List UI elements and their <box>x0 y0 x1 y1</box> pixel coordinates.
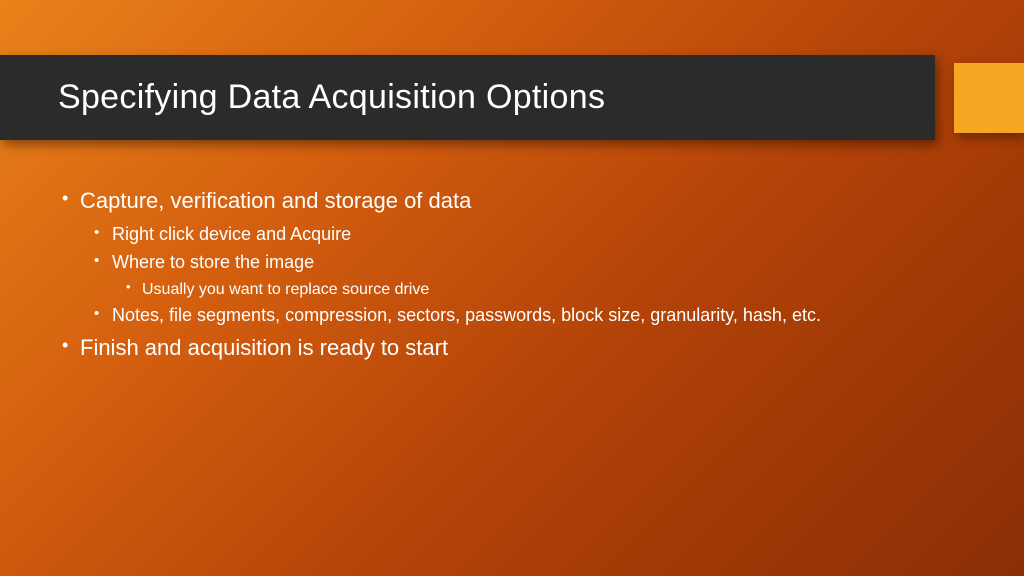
bullet-level-2: Right click device and Acquire <box>90 221 966 249</box>
sub-list: Right click device and Acquire Where to … <box>58 221 966 330</box>
slide-title: Specifying Data Acquisition Options <box>58 78 605 117</box>
bullet-level-2: Where to store the image <box>90 249 966 277</box>
bullet-list: Capture, verification and storage of dat… <box>58 185 966 364</box>
bullet-level-2: Notes, file segments, compression, secto… <box>90 302 966 330</box>
sub-sub-list: Usually you want to replace source drive <box>58 277 966 303</box>
accent-box <box>954 63 1024 133</box>
bullet-level-1: Capture, verification and storage of dat… <box>58 185 966 217</box>
bullet-level-3: Usually you want to replace source drive <box>122 277 966 303</box>
slide-content: Capture, verification and storage of dat… <box>58 185 966 368</box>
bullet-level-1: Finish and acquisition is ready to start <box>58 332 966 364</box>
title-bar: Specifying Data Acquisition Options <box>0 55 935 140</box>
